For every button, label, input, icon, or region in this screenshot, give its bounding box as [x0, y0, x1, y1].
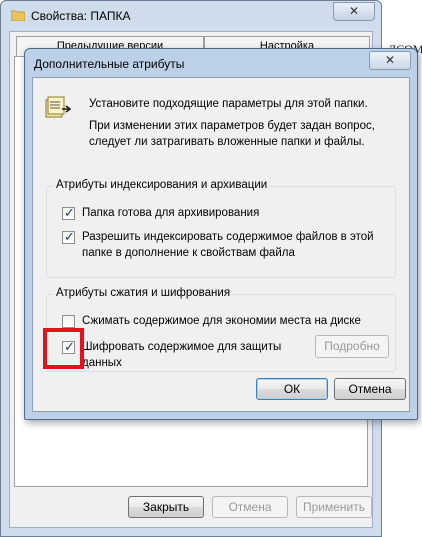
compress-checkbox-label: Сжимать содержимое для экономии места на…	[82, 315, 361, 327]
compress-encrypt-group-label: Атрибуты сжатия и шифрования	[53, 287, 234, 299]
folder-icon	[11, 10, 25, 21]
index-checkbox-row[interactable]: ✓ Разрешить индексировать содержимое фай…	[62, 229, 385, 263]
compress-checkbox-row[interactable]: Сжимать содержимое для экономии места на…	[62, 313, 385, 331]
folder-attributes-icon	[45, 96, 71, 118]
compress-checkbox[interactable]	[62, 315, 75, 328]
dialog-close-button[interactable]: ✕	[369, 51, 411, 70]
index-checkbox-label: Разрешить индексировать содержимое файло…	[82, 231, 374, 259]
check-mark-icon: ✓	[64, 205, 75, 220]
details-button[interactable]: Подробно	[315, 335, 389, 358]
dialog-intro-text: Установите подходящие параметры для этой…	[89, 98, 368, 110]
check-mark-icon: ✓	[64, 229, 75, 244]
index-archive-group-label: Атрибуты индексирования и архивации	[53, 179, 271, 191]
properties-title: Свойства: ПАПКА	[31, 9, 131, 23]
archive-checkbox-row[interactable]: ✓ Папка готова для архивирования	[62, 205, 385, 223]
compress-encrypt-group: Атрибуты сжатия и шифрования Сжимать сод…	[46, 287, 396, 372]
dialog-title: Дополнительные атрибуты	[34, 57, 185, 71]
dialog-intro-note: При изменении этих параметров будет зада…	[89, 120, 375, 148]
properties-close-button[interactable]: ✕	[333, 2, 375, 21]
encrypt-highlight-box	[43, 328, 84, 369]
cancel-button[interactable]: Отмена	[212, 496, 288, 518]
dialog-cancel-button[interactable]: Отмена	[334, 378, 406, 400]
archive-checkbox-label: Папка готова для архивирования	[82, 207, 260, 219]
index-archive-group: Атрибуты индексирования и архивации ✓ Па…	[46, 179, 396, 278]
encrypt-checkbox-label: Шифровать содержимое для защиты данных	[82, 341, 282, 369]
index-checkbox[interactable]: ✓	[62, 229, 75, 244]
apply-button[interactable]: Применить	[296, 496, 372, 518]
dialog-body: Установите подходящие параметры для этой…	[32, 77, 410, 412]
encrypt-checkbox-row[interactable]: ✓ Шифровать содержимое для защиты данных	[62, 339, 299, 369]
ok-button[interactable]: ОК	[256, 378, 328, 400]
dialog-titlebar[interactable]: Дополнительные атрибуты ✕	[25, 49, 417, 77]
properties-footer: Закрыть Отмена Применить	[10, 487, 372, 527]
archive-checkbox[interactable]: ✓	[62, 205, 75, 220]
close-button[interactable]: Закрыть	[128, 496, 204, 518]
properties-titlebar[interactable]: Свойства: ПАПКА ✕	[1, 1, 381, 31]
